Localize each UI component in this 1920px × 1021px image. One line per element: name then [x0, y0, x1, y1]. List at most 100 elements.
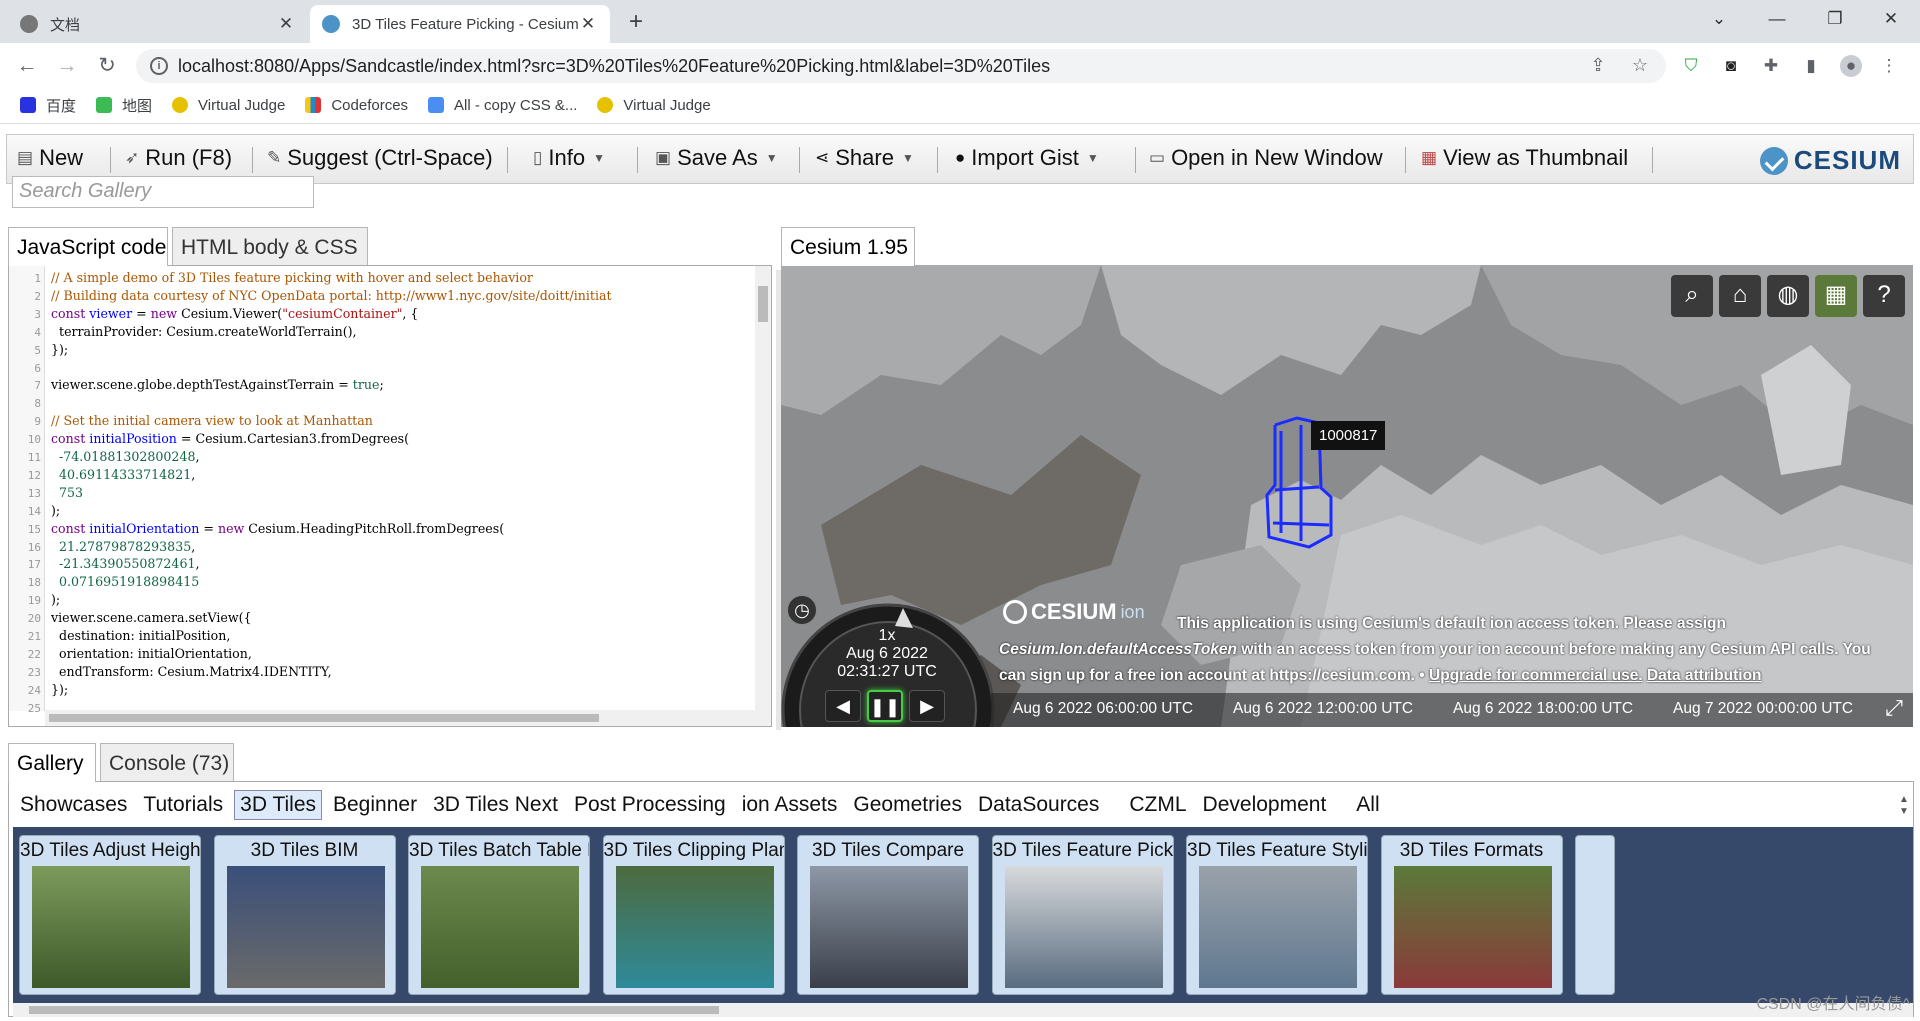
- open-new-window-button[interactable]: ▭ Open in New Window: [1149, 145, 1383, 171]
- gallery-card-partial[interactable]: [1575, 835, 1615, 995]
- cesium-ion-credit-logo[interactable]: CESIUM ion: [1003, 599, 1145, 625]
- gallery-horizontal-scrollbar[interactable]: [13, 1003, 1913, 1017]
- gallery-card[interactable]: 3D Tiles Batch Table Hierarchy: [408, 835, 590, 995]
- extension-mask-icon[interactable]: ◙: [1720, 55, 1742, 77]
- upgrade-link[interactable]: Upgrade for commercial use.: [1429, 667, 1643, 684]
- import-gist-button[interactable]: ● Import Gist ▼: [955, 145, 1099, 171]
- suggest-button[interactable]: ✎ Suggest (Ctrl-Space): [267, 145, 493, 171]
- gallery-card-title: 3D Tiles Feature Picking: [992, 840, 1173, 861]
- bookmark-item[interactable]: 百度: [20, 95, 76, 116]
- filter-geometries[interactable]: Geometries: [848, 791, 967, 819]
- cesium-logo[interactable]: CESIUM: [1759, 145, 1901, 176]
- code-line: destination: initialPosition,: [51, 628, 231, 643]
- minimize-button[interactable]: —: [1748, 0, 1806, 38]
- close-icon[interactable]: ✕: [578, 14, 598, 34]
- bookmark-star-icon[interactable]: ☆: [1628, 55, 1652, 77]
- data-attribution-link[interactable]: Data attribution: [1647, 667, 1762, 684]
- tab-javascript-code[interactable]: JavaScript code: [8, 227, 168, 266]
- timeline[interactable]: Aug 6 2022 06:00:00 UTC Aug 6 2022 12:00…: [991, 693, 1913, 727]
- gallery-card[interactable]: 3D Tiles Feature Styling: [1186, 835, 1368, 995]
- gallery-card[interactable]: 3D Tiles Feature Picking: [991, 835, 1174, 995]
- filter-all[interactable]: All: [1351, 791, 1384, 819]
- filter-scroll-arrows-icon[interactable]: ▲ ▼: [1897, 794, 1911, 818]
- site-info-icon[interactable]: i: [150, 57, 168, 75]
- scroll-thumb[interactable]: [29, 1006, 719, 1014]
- fullscreen-icon[interactable]: ⤢: [1879, 695, 1909, 725]
- play-forward-button[interactable]: ▶: [909, 690, 945, 722]
- search-gallery-input[interactable]: Search Gallery: [12, 176, 314, 208]
- filter-beginner[interactable]: Beginner: [328, 791, 422, 819]
- tab-console[interactable]: Console (73): [100, 743, 234, 781]
- filter-datasources[interactable]: DataSources: [973, 791, 1104, 819]
- gallery-card[interactable]: 3D Tiles Compare: [797, 835, 979, 995]
- new-button[interactable]: ▤ New: [17, 145, 83, 171]
- globe-scene-mode-icon[interactable]: ◍: [1767, 275, 1809, 317]
- url-text[interactable]: localhost:8080/Apps/Sandcastle/index.htm…: [178, 56, 1050, 77]
- filter-3d-tiles[interactable]: 3D Tiles: [234, 790, 322, 820]
- bookmark-item[interactable]: All - copy CSS &...: [428, 97, 577, 114]
- profile-avatar-icon[interactable]: ●: [1840, 55, 1862, 77]
- base-layer-picker-icon[interactable]: ▦: [1815, 275, 1857, 317]
- filter-ion-assets[interactable]: ion Assets: [737, 791, 843, 819]
- tab-gallery[interactable]: Gallery: [8, 743, 96, 782]
- omnibox[interactable]: i localhost:8080/Apps/Sandcastle/index.h…: [136, 49, 1666, 83]
- extensions-puzzle-icon[interactable]: ✚: [1760, 55, 1782, 77]
- browser-tab-sandcastle[interactable]: 3D Tiles Feature Picking - Cesium Sandca…: [310, 5, 610, 43]
- filter-post-processing[interactable]: Post Processing: [569, 791, 731, 819]
- shield-extension-icon[interactable]: ⛉: [1680, 55, 1702, 77]
- gallery-card-thumbnail: [1199, 866, 1357, 988]
- tab-search-chevron-icon[interactable]: ⌄: [1690, 0, 1748, 38]
- info-button[interactable]: ▯ Info ▼: [533, 145, 605, 171]
- close-window-button[interactable]: ✕: [1862, 0, 1920, 38]
- share-button[interactable]: ⋖ Share ▼: [815, 145, 914, 171]
- bookmark-item[interactable]: Codeforces: [305, 97, 408, 114]
- bookmark-item[interactable]: Virtual Judge: [172, 97, 285, 114]
- tab-cesium-viewer[interactable]: Cesium 1.95: [781, 227, 915, 266]
- close-icon[interactable]: ✕: [276, 14, 296, 34]
- pause-button[interactable]: ❚❚: [867, 690, 903, 722]
- scroll-thumb[interactable]: [758, 286, 768, 322]
- share-icon[interactable]: ⇪: [1586, 55, 1610, 77]
- play-reverse-button[interactable]: ◀: [825, 690, 861, 722]
- filter-showcases[interactable]: Showcases: [15, 791, 132, 819]
- animation-speed: 1x: [878, 627, 896, 644]
- gallery-card[interactable]: 3D Tiles Clipping Planes: [602, 835, 785, 995]
- run-button[interactable]: ➶ Run (F8): [125, 145, 232, 171]
- timeline-label: Aug 7 2022 00:00:00 UTC: [1673, 700, 1854, 717]
- new-tab-button[interactable]: +: [620, 8, 652, 36]
- browser-tab-docs[interactable]: 文档 ✕: [8, 5, 308, 43]
- bookmark-item[interactable]: 地图: [96, 95, 152, 116]
- code-line: 0.0716951918898415: [59, 574, 200, 590]
- filter-czml[interactable]: CZML: [1124, 791, 1191, 819]
- filter-development[interactable]: Development: [1198, 791, 1332, 819]
- bookmark-item[interactable]: Virtual Judge: [597, 97, 711, 114]
- forward-arrow-icon[interactable]: →: [54, 53, 80, 79]
- reload-icon[interactable]: ↻: [94, 53, 120, 79]
- gallery-card[interactable]: 3D Tiles Adjust Height: [19, 835, 201, 995]
- line-number: 8: [34, 397, 41, 411]
- code-editor[interactable]: 1 2 3 4 5 6 7 8 9 10 11 12 13 14 15 16 17 18 19 20 21 22 23 24 2…: [8, 265, 772, 727]
- menu-kebab-icon[interactable]: ⋮: [1878, 55, 1900, 77]
- code-line: // A simple demo of 3D Tiles feature pic…: [51, 270, 533, 285]
- help-question-icon[interactable]: ?: [1863, 275, 1905, 317]
- editor-vertical-scrollbar[interactable]: [755, 266, 771, 711]
- search-icon[interactable]: ⌕: [1671, 275, 1713, 317]
- filter-tutorials[interactable]: Tutorials: [138, 791, 228, 819]
- tab-html-body-css[interactable]: HTML body & CSS: [172, 227, 368, 265]
- save-as-button[interactable]: ▣ Save As ▼: [655, 145, 778, 171]
- scroll-thumb[interactable]: [49, 714, 599, 722]
- line-number: 14: [27, 504, 41, 518]
- address-bar: ← → ↻ i localhost:8080/Apps/Sandcastle/i…: [0, 43, 1920, 87]
- back-arrow-icon[interactable]: ←: [14, 53, 40, 79]
- gallery-panel: Showcases Tutorials 3D Tiles Beginner 3D Til…: [8, 781, 1914, 1017]
- gallery-card[interactable]: 3D Tiles BIM: [213, 835, 396, 995]
- home-icon[interactable]: ⌂: [1719, 275, 1761, 317]
- restore-button[interactable]: ❐: [1806, 0, 1864, 38]
- editor-horizontal-scrollbar[interactable]: [45, 710, 771, 726]
- view-thumbnail-button[interactable]: ▦ View as Thumbnail: [1421, 145, 1628, 171]
- github-icon: ●: [955, 148, 966, 167]
- gallery-card[interactable]: 3D Tiles Formats: [1380, 835, 1563, 995]
- side-panel-icon[interactable]: ▮: [1800, 55, 1822, 77]
- cesium-viewer[interactable]: ⌕ ⌂ ◍ ▦ ? 1000817 ◷ 1x Aug 6 2022 02:31:…: [781, 265, 1913, 727]
- filter-3d-tiles-next[interactable]: 3D Tiles Next: [428, 791, 563, 819]
